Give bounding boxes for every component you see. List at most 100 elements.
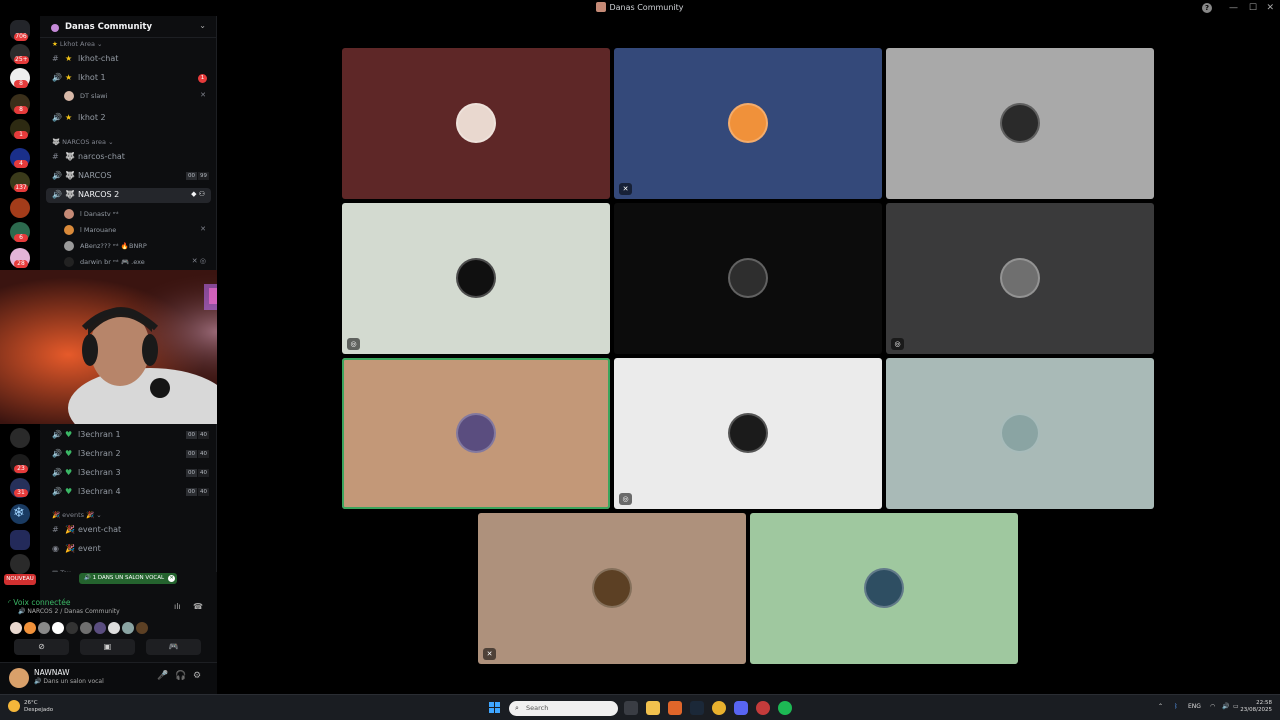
participant-tile[interactable] (342, 48, 610, 199)
heart-icon: ♥ (65, 449, 73, 458)
camera-off-icon: ⊘ (38, 642, 45, 651)
server-header[interactable]: Danas Community ⌄ (40, 16, 217, 38)
minimize-button[interactable]: — (1229, 2, 1238, 14)
voice-user[interactable]: l Danastv ᵐᵗ (60, 207, 210, 221)
voice-user[interactable]: l Marouane ✕ (60, 223, 210, 237)
app-icon[interactable] (668, 701, 682, 715)
wifi-icon[interactable]: ◠ (1210, 703, 1215, 710)
participant-tile[interactable]: ✕ (614, 48, 882, 199)
voice-location[interactable]: 🔊 NARCOS 2 / Danas Community (18, 608, 120, 615)
user-name[interactable]: NAWNAW (34, 668, 70, 677)
chevron-down-icon[interactable]: ⌄ (199, 21, 206, 30)
channel-event[interactable]: ◉ 🎉 event (40, 542, 217, 557)
app-icon[interactable] (756, 701, 770, 715)
server-icon-7[interactable] (10, 198, 30, 218)
chat-and-invite-icon[interactable]: ◆ ⚇ (191, 190, 205, 198)
participant-tile[interactable] (886, 48, 1154, 199)
camera-off-button[interactable]: ⊘ (14, 639, 69, 655)
voice-status[interactable]: ◜ Voix connectée (8, 598, 70, 607)
avatar[interactable] (122, 622, 134, 634)
avatar[interactable] (108, 622, 120, 634)
participant-tile[interactable]: ◎ (614, 358, 882, 509)
avatar (64, 91, 74, 101)
participant-tile-speaking[interactable] (342, 358, 610, 509)
avatar (1000, 258, 1040, 298)
avatar[interactable] (10, 622, 22, 634)
server-icon-13[interactable] (10, 554, 30, 574)
avatar[interactable] (66, 622, 78, 634)
snowflake-server-icon[interactable]: ❄ (10, 504, 30, 524)
snowflake-icon: ❄ (13, 505, 25, 521)
spotify-icon[interactable] (778, 701, 792, 715)
taskbar-search[interactable]: ⌕ Search (509, 701, 618, 716)
screen-share-button[interactable]: ▣ (80, 639, 135, 655)
channel-lkhot-2[interactable]: 🔊 ★ lkhot 2 (40, 111, 217, 126)
channel-narcos-chat[interactable]: # 🐺 narcos-chat (40, 150, 217, 165)
task-view-icon[interactable] (624, 701, 638, 715)
file-explorer-icon[interactable] (646, 701, 660, 715)
battery-icon[interactable]: ▭ (1233, 703, 1239, 710)
channel-lkhot-chat[interactable]: # ★ lkhot-chat (40, 52, 217, 67)
user-status-text: Dans un salon vocal (43, 678, 104, 685)
language-indicator[interactable]: ENG (1188, 703, 1201, 710)
voice-user[interactable]: ABenz??? ᵐᵗ 🔥BNRP (60, 239, 210, 253)
channel-ecran-2[interactable]: 🔊 ♥ l3echran 2 00 40 (40, 447, 217, 462)
server-icon-10[interactable] (10, 428, 30, 448)
user-max: 99 (198, 172, 209, 180)
participant-tile[interactable] (750, 513, 1018, 664)
window-title-text: Danas Community (609, 3, 684, 12)
headphones-icon[interactable]: 🎧 (175, 671, 186, 681)
category-narcos[interactable]: 🐺 NARCOS area ⌄ (52, 138, 114, 146)
channel-ecran-3[interactable]: 🔊 ♥ l3echran 3 00 40 (40, 466, 217, 481)
voice-stage: ✕ ◎ ◎ ◎ ✕ (217, 16, 1280, 694)
weather-icon[interactable] (8, 700, 20, 712)
clock[interactable]: 22:58 23/08/2025 (1240, 700, 1272, 714)
activities-button[interactable]: 🎮 (146, 639, 201, 655)
steam-icon[interactable] (690, 701, 704, 715)
avatar[interactable] (38, 622, 50, 634)
avatar[interactable] (136, 622, 148, 634)
discord-icon[interactable] (734, 701, 748, 715)
avatar[interactable] (94, 622, 106, 634)
close-icon[interactable]: ✕ (168, 575, 176, 582)
channel-narcos[interactable]: 🔊 🐺 NARCOS 00 99 (40, 169, 217, 184)
bluetooth-icon[interactable]: ᛒ (1174, 703, 1178, 710)
gear-icon[interactable]: ⚙ (193, 671, 201, 681)
channel-lkhot-1[interactable]: 🔊 ★ lkhot 1 1 (40, 71, 217, 86)
weather-widget[interactable]: 26°C Despejado (24, 700, 53, 714)
voice-status-text: Voix connectée (13, 598, 71, 607)
channel-ecran-1[interactable]: 🔊 ♥ l3echran 1 00 40 (40, 428, 217, 443)
category-events[interactable]: 🎉 events 🎉 ⌄ (52, 511, 102, 519)
windows-start-icon[interactable] (489, 702, 501, 714)
disconnect-icon[interactable]: ☎ (193, 602, 203, 611)
avatar[interactable] (24, 622, 36, 634)
voice-user[interactable]: DT slawi ✕ (60, 89, 210, 103)
category-lkhot[interactable]: ★ Lkhot Area ⌄ (52, 40, 102, 48)
volume-icon[interactable]: 🔊 (1222, 703, 1229, 710)
avatar[interactable] (80, 622, 92, 634)
participant-tile[interactable] (614, 203, 882, 354)
user-name: darwin br ᵐᵗ 🎮 .exe (80, 258, 145, 266)
participant-tile[interactable] (886, 358, 1154, 509)
participant-tile[interactable]: ◎ (342, 203, 610, 354)
close-button[interactable]: ✕ (1266, 2, 1274, 14)
weather-desc: Despejado (24, 707, 54, 713)
channel-narcos-2[interactable]: 🔊 🐺 NARCOS 2 ◆ ⚇ (46, 188, 211, 203)
channel-ecran-4[interactable]: 🔊 ♥ l3echran 4 00 40 (40, 485, 217, 500)
help-icon[interactable]: ? (1202, 3, 1212, 13)
participant-tile[interactable]: ✕ (478, 513, 746, 664)
voice-user[interactable]: darwin br ᵐᵗ 🎮 .exe ✕ ◎ (60, 255, 210, 269)
folder-icon[interactable] (10, 530, 30, 550)
participant-tile[interactable]: ◎ (886, 203, 1154, 354)
noise-suppression-icon[interactable]: ılı (174, 602, 181, 611)
microphone-icon[interactable]: 🎤 (157, 671, 168, 681)
server-name: Danas Community (65, 22, 153, 32)
avatar[interactable] (9, 668, 29, 688)
chrome-icon[interactable] (712, 701, 726, 715)
user-max: 40 (198, 450, 209, 458)
avatar[interactable] (52, 622, 64, 634)
maximize-button[interactable]: ☐ (1249, 2, 1257, 14)
channel-event-chat[interactable]: # 🎉 event-chat (40, 523, 217, 538)
tray-chevron-icon[interactable]: ⌃ (1158, 703, 1163, 710)
deafened-icon: ◎ (347, 338, 360, 350)
